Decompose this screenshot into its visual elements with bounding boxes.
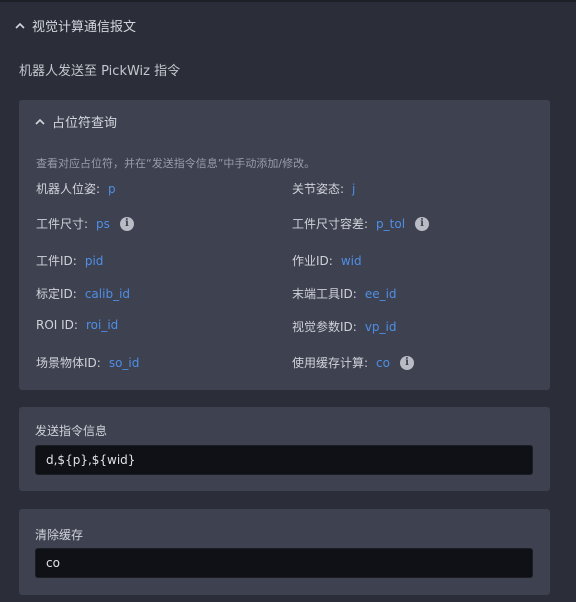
subtitle: 机器人发送至 PickWiz 指令 bbox=[19, 64, 181, 79]
field-label: ROI ID: bbox=[36, 318, 78, 332]
field-value: vp_id bbox=[364, 319, 397, 334]
info-circle-icon[interactable]: i bbox=[119, 216, 134, 231]
field-value: calib_id bbox=[84, 286, 131, 301]
field-value: co bbox=[376, 355, 390, 370]
placeholder-hint: 查看对应占位符，并在“发送指令信息”中手动添加/修改。 bbox=[36, 157, 316, 170]
comm-message-screen: 视觉计算通信报文 机器人发送至 PickWiz 指令 占位符查询 查看对应占位符… bbox=[0, 0, 576, 602]
field-label: 场景物体ID: bbox=[36, 356, 101, 370]
field-label: 工件尺寸: bbox=[36, 217, 89, 231]
field-scene-object-id: 场景物体ID: so_id bbox=[36, 354, 139, 371]
field-value: ee_id bbox=[364, 286, 397, 301]
field-label: 机器人位姿: bbox=[36, 182, 101, 196]
field-value: pid bbox=[84, 253, 104, 268]
clear-cache-label: 清除缓存 bbox=[35, 528, 84, 542]
section-header-toggle[interactable]: 视觉计算通信报文 bbox=[14, 16, 136, 35]
field-part-id: 工件ID: pid bbox=[36, 252, 103, 269]
placeholder-panel: 占位符查询 查看对应占位符，并在“发送指令信息”中手动添加/修改。 机器人位姿:… bbox=[19, 100, 550, 390]
field-value: p bbox=[108, 181, 116, 196]
info-circle-icon[interactable]: i bbox=[400, 355, 414, 370]
field-label: 末端工具ID: bbox=[292, 287, 357, 301]
info-circle-icon[interactable]: i bbox=[415, 216, 430, 231]
field-label: 工件尺寸容差: bbox=[292, 217, 369, 231]
field-label: 标定ID: bbox=[36, 287, 77, 301]
field-ee-id: 末端工具ID: ee_id bbox=[292, 285, 397, 302]
field-work-id: 作业ID: wid bbox=[292, 252, 362, 269]
placeholder-panel-title: 占位符查询 bbox=[52, 116, 118, 131]
chevron-up-icon bbox=[35, 118, 45, 125]
send-info-label: 发送指令信息 bbox=[35, 424, 108, 438]
field-value: j bbox=[352, 181, 356, 196]
field-calib-id: 标定ID: calib_id bbox=[36, 285, 130, 302]
send-info-panel: 发送指令信息 d,${p},${wid} bbox=[19, 407, 550, 491]
field-label: 使用缓存计算: bbox=[292, 356, 369, 370]
field-vp-id: 视觉参数ID: vp_id bbox=[292, 318, 397, 335]
clear-cache-input[interactable]: co bbox=[35, 548, 533, 578]
field-value: p_tol bbox=[376, 216, 406, 231]
placeholder-panel-toggle[interactable]: 占位符查询 bbox=[34, 112, 117, 131]
chevron-up-icon bbox=[15, 22, 25, 29]
field-robot-pose: 机器人位姿: p bbox=[36, 180, 116, 197]
send-info-input[interactable]: d,${p},${wid} bbox=[35, 445, 533, 475]
field-use-cache: 使用缓存计算: co i bbox=[292, 354, 414, 371]
field-value: ps bbox=[96, 216, 110, 231]
field-joint-pose: 关节姿态: j bbox=[292, 180, 355, 197]
field-value: wid bbox=[340, 253, 362, 268]
clear-cache-panel: 清除缓存 co bbox=[19, 509, 550, 595]
field-value: so_id bbox=[108, 355, 140, 370]
field-part-size: 工件尺寸: ps i bbox=[36, 215, 134, 232]
field-label: 视觉参数ID: bbox=[292, 320, 357, 334]
section-title: 视觉计算通信报文 bbox=[32, 20, 137, 35]
field-roi-id: ROI ID: roi_id bbox=[36, 318, 118, 332]
field-label: 工件ID: bbox=[36, 254, 77, 268]
field-label: 作业ID: bbox=[292, 254, 333, 268]
field-label: 关节姿态: bbox=[292, 182, 345, 196]
field-value: roi_id bbox=[85, 318, 119, 332]
field-part-size-tolerance: 工件尺寸容差: p_tol i bbox=[292, 215, 430, 232]
